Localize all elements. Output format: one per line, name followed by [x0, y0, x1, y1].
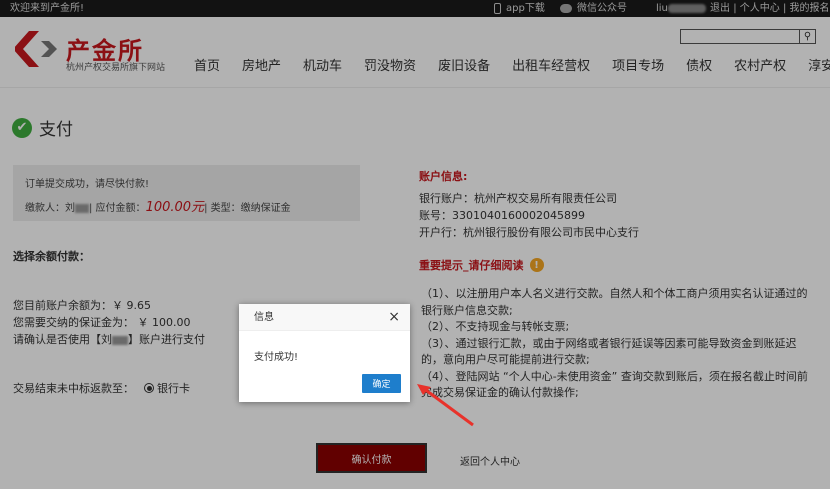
dialog-title: 信息 — [254, 312, 274, 323]
dialog-header: 信息 × — [239, 304, 410, 331]
close-icon[interactable]: × — [388, 304, 400, 331]
red-arrow-annotation — [417, 384, 474, 427]
info-dialog: 信息 × 支付成功! 确定 — [239, 304, 410, 402]
ok-button[interactable]: 确定 — [362, 374, 401, 393]
dialog-message: 支付成功! — [254, 352, 299, 363]
